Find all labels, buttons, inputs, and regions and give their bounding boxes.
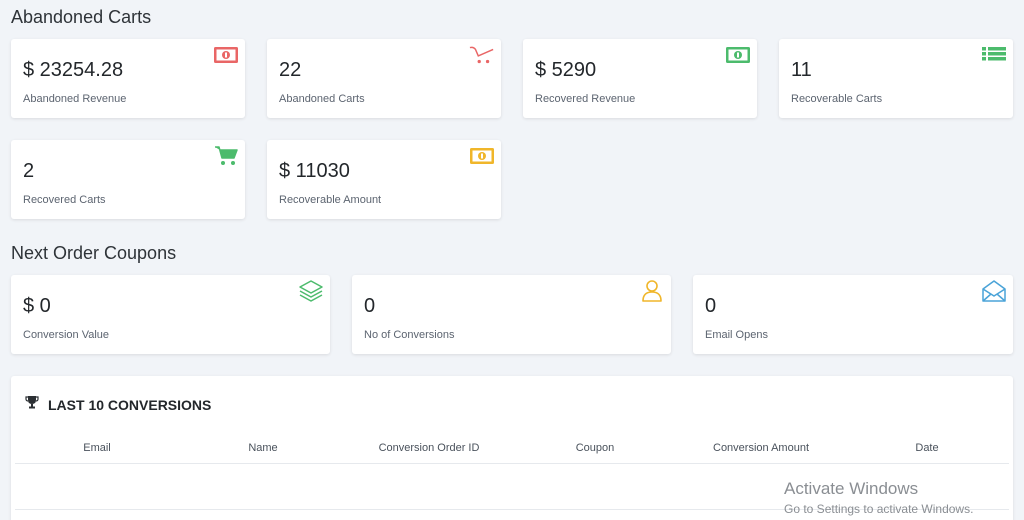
card-recovered-revenue: $ 5290 Recovered Revenue (523, 39, 757, 118)
card-label: No of Conversions (364, 329, 455, 341)
watermark-title: Activate Windows (784, 479, 919, 498)
layers-icon (298, 280, 324, 302)
table-header-divider (15, 463, 1009, 464)
card-abandoned-carts: 22 Abandoned Carts (267, 39, 501, 118)
cart-outline-icon (469, 44, 495, 66)
card-value: $ 5290 (535, 59, 597, 81)
cart-icon (213, 145, 239, 167)
user-icon (639, 280, 665, 302)
card-value: $ 0 (23, 295, 51, 317)
card-label: Abandoned Revenue (23, 93, 127, 105)
column-header-date[interactable]: Date (915, 442, 938, 454)
card-label: Recoverable Carts (791, 93, 883, 105)
money-icon (469, 145, 495, 167)
card-value: 0 (364, 295, 376, 317)
money-icon (213, 44, 239, 66)
card-conversion-value: $ 0 Conversion Value (11, 275, 330, 354)
card-recoverable-carts: 11 Recoverable Carts (779, 39, 1013, 118)
card-value: $ 11030 (279, 160, 350, 182)
column-header-name[interactable]: Name (248, 442, 277, 454)
trophy-icon (25, 395, 39, 414)
card-value: $ 23254.28 (23, 59, 124, 81)
card-value: 2 (23, 160, 35, 182)
section-title-abandoned-carts: Abandoned Carts (11, 7, 152, 27)
card-label: Conversion Value (23, 329, 110, 341)
column-header-amount[interactable]: Conversion Amount (713, 442, 809, 454)
card-recovered-carts: 2 Recovered Carts (11, 140, 245, 219)
card-email-opens: 0 Email Opens (693, 275, 1013, 354)
card-label: Email Opens (705, 329, 768, 341)
card-label: Abandoned Carts (279, 93, 365, 105)
watermark-subtitle: Go to Settings to activate Windows. (784, 502, 974, 516)
column-header-email[interactable]: Email (83, 442, 111, 454)
panel-header: LAST 10 CONVERSIONS (25, 395, 211, 414)
money-icon (725, 44, 751, 66)
activation-watermark: Activate Windows Go to Settings to activ… (784, 479, 973, 516)
card-label: Recovered Revenue (535, 93, 636, 105)
card-no-of-conversions: 0 No of Conversions (352, 275, 671, 354)
column-header-order-id[interactable]: Conversion Order ID (379, 442, 480, 454)
card-label: Recoverable Amount (279, 194, 382, 206)
envelope-open-icon (981, 280, 1007, 302)
card-value: 11 (791, 59, 812, 81)
card-abandoned-revenue: $ 23254.28 Abandoned Revenue (11, 39, 245, 118)
card-recoverable-amount: $ 11030 Recoverable Amount (267, 140, 501, 219)
card-value: 22 (279, 59, 302, 81)
card-value: 0 (705, 295, 717, 317)
panel-title: LAST 10 CONVERSIONS (48, 396, 212, 413)
column-header-coupon[interactable]: Coupon (576, 442, 615, 454)
card-label: Recovered Carts (23, 194, 106, 206)
section-title-next-order-coupons: Next Order Coupons (11, 243, 177, 263)
list-icon (981, 44, 1007, 66)
